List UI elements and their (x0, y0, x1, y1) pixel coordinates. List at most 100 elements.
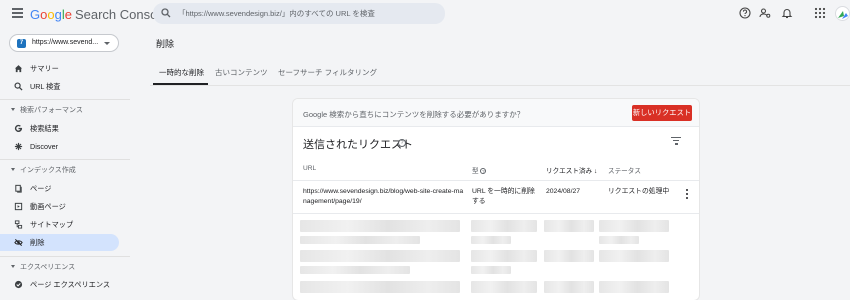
section-label: 検索パフォーマンス (20, 107, 83, 114)
collapse-triangle-icon (11, 108, 15, 111)
notifications-bell-icon[interactable] (781, 7, 793, 19)
redacted-cell (544, 220, 594, 232)
removal-banner: Google 検索から直ちにコンテンツを削除する必要がありますか？ 新しいリクエ… (293, 99, 699, 127)
card-title: 送信されたリクエスト (303, 139, 413, 151)
sidebar-item-removals[interactable]: 削除 (0, 234, 119, 251)
page-title: 削除 (156, 39, 175, 49)
sitemap-icon (14, 220, 23, 229)
tab-outdated-content[interactable]: 古いコンテンツ (215, 59, 268, 84)
redacted-cell (471, 220, 537, 232)
top-bar: Google Search Console (0, 0, 850, 28)
dropdown-caret-icon (104, 42, 110, 45)
main-menu-icon[interactable] (12, 8, 23, 18)
home-icon (14, 65, 23, 73)
brand-letter: g (54, 7, 62, 22)
brand-letter: e (64, 7, 72, 22)
brand-letter: G (30, 7, 41, 22)
column-header-url[interactable]: URL (303, 165, 316, 172)
page-experience-icon (14, 280, 23, 289)
sidebar-item-label: サイトマップ (30, 220, 74, 229)
filter-icon[interactable] (671, 137, 681, 145)
divider (0, 256, 130, 257)
section-label: インデックス作成 (20, 167, 76, 174)
redacted-cell (471, 281, 537, 293)
search-input[interactable] (178, 3, 440, 24)
column-header-status[interactable]: ステータス (608, 165, 641, 175)
redacted-cell (300, 250, 460, 262)
banner-text: Google 検索から直ちにコンテンツを削除する必要がありますか？ (303, 110, 525, 119)
sort-arrow-down-icon: ↓ (594, 168, 598, 175)
help-icon[interactable]: ? (398, 139, 406, 147)
property-selector[interactable]: 7 https://www.sevend... (9, 34, 119, 52)
cell-url[interactable]: https://www.sevendesign.biz/blog/web-sit… (303, 187, 465, 207)
sidebar-item-discover[interactable]: Discover (0, 138, 119, 155)
avatar[interactable] (835, 6, 850, 21)
cell-requested: 2024/08/27 (546, 188, 581, 195)
property-favicon: 7 (17, 39, 26, 48)
redacted-cell (544, 281, 594, 293)
asterisk-icon (14, 142, 23, 151)
sidebar-item-page-experience[interactable]: ページ エクスペリエンス (0, 276, 119, 293)
sidebar-item-label: ページ (30, 184, 52, 193)
collapse-triangle-icon (11, 168, 15, 171)
sidebar-item-label: 動画ページ (30, 202, 66, 211)
collapse-triangle-icon (11, 265, 15, 268)
section-search-performance[interactable]: 検索パフォーマンス (0, 103, 125, 117)
help-icon: ? (480, 168, 487, 175)
sidebar-item-label: ページ エクスペリエンス (30, 280, 111, 289)
redacted-cell (599, 281, 669, 293)
apps-grid-icon[interactable] (814, 7, 826, 19)
requests-card: Google 検索から直ちにコンテンツを削除する必要がありますか？ 新しいリクエ… (293, 99, 699, 300)
redacted-cell (599, 236, 639, 244)
cell-status: リクエストの処理中 (608, 188, 670, 195)
redacted-cell (300, 236, 420, 244)
sidebar-item-url-inspection[interactable]: URL 検査 (0, 78, 119, 95)
search-console-logo[interactable]: Google Search Console (30, 7, 167, 22)
search-icon (161, 8, 171, 18)
sidebar-item-label: Discover (30, 142, 58, 151)
redacted-cell (599, 220, 669, 232)
divider (0, 159, 130, 160)
sidebar-item-pages[interactable]: ページ (0, 180, 119, 197)
divider (150, 85, 850, 86)
property-url: https://www.sevend... (32, 39, 99, 46)
tab-temporary-removals[interactable]: 一時的な削除 (159, 59, 204, 84)
column-header-type[interactable]: 型 ? (472, 165, 487, 175)
google-g-icon (14, 124, 23, 133)
redacted-cell (300, 220, 460, 232)
divider (293, 180, 699, 181)
help-icon[interactable] (739, 7, 751, 19)
url-inspection-search (153, 3, 445, 24)
sidebar-item-video-pages[interactable]: 動画ページ (0, 198, 119, 215)
section-experience[interactable]: エクスペリエンス (0, 260, 125, 274)
sidebar-item-summary[interactable]: サマリー (0, 60, 119, 77)
tab-safesearch-filtering[interactable]: セーフサーチ フィルタリング (278, 59, 377, 84)
column-header-label: 型 (472, 168, 479, 175)
new-request-button[interactable]: 新しいリクエスト (632, 105, 692, 121)
redacted-cell (471, 266, 511, 274)
redacted-cell (471, 236, 511, 244)
sidebar-item-sitemaps[interactable]: サイトマップ (0, 216, 119, 233)
divider (293, 213, 699, 214)
brand-letter: o (47, 7, 55, 22)
redacted-cell (599, 250, 669, 262)
more-options-icon[interactable] (686, 189, 689, 199)
column-header-label: リクエスト済み (546, 168, 593, 175)
redacted-cell (544, 250, 594, 262)
sidebar-item-label: サマリー (30, 64, 59, 73)
sidebar-item-search-results[interactable]: 検索結果 (0, 120, 119, 137)
admin-users-icon[interactable] (759, 7, 771, 19)
sidebar-item-label: URL 検査 (30, 82, 61, 91)
search-icon (14, 82, 23, 91)
eye-off-icon (14, 238, 23, 247)
sidebar-item-label: 検索結果 (30, 124, 59, 133)
redacted-cell (471, 250, 537, 262)
column-header-requested[interactable]: リクエスト済み ↓ (546, 165, 597, 175)
redacted-cell (300, 281, 460, 293)
section-indexing[interactable]: インデックス作成 (0, 163, 125, 177)
divider (0, 99, 130, 100)
sidebar-item-label: 削除 (30, 238, 45, 247)
sidebar: 7 https://www.sevend... サマリー URL 検査 検索パフ… (0, 28, 130, 300)
pages-icon (15, 184, 22, 193)
video-page-icon (14, 202, 23, 211)
